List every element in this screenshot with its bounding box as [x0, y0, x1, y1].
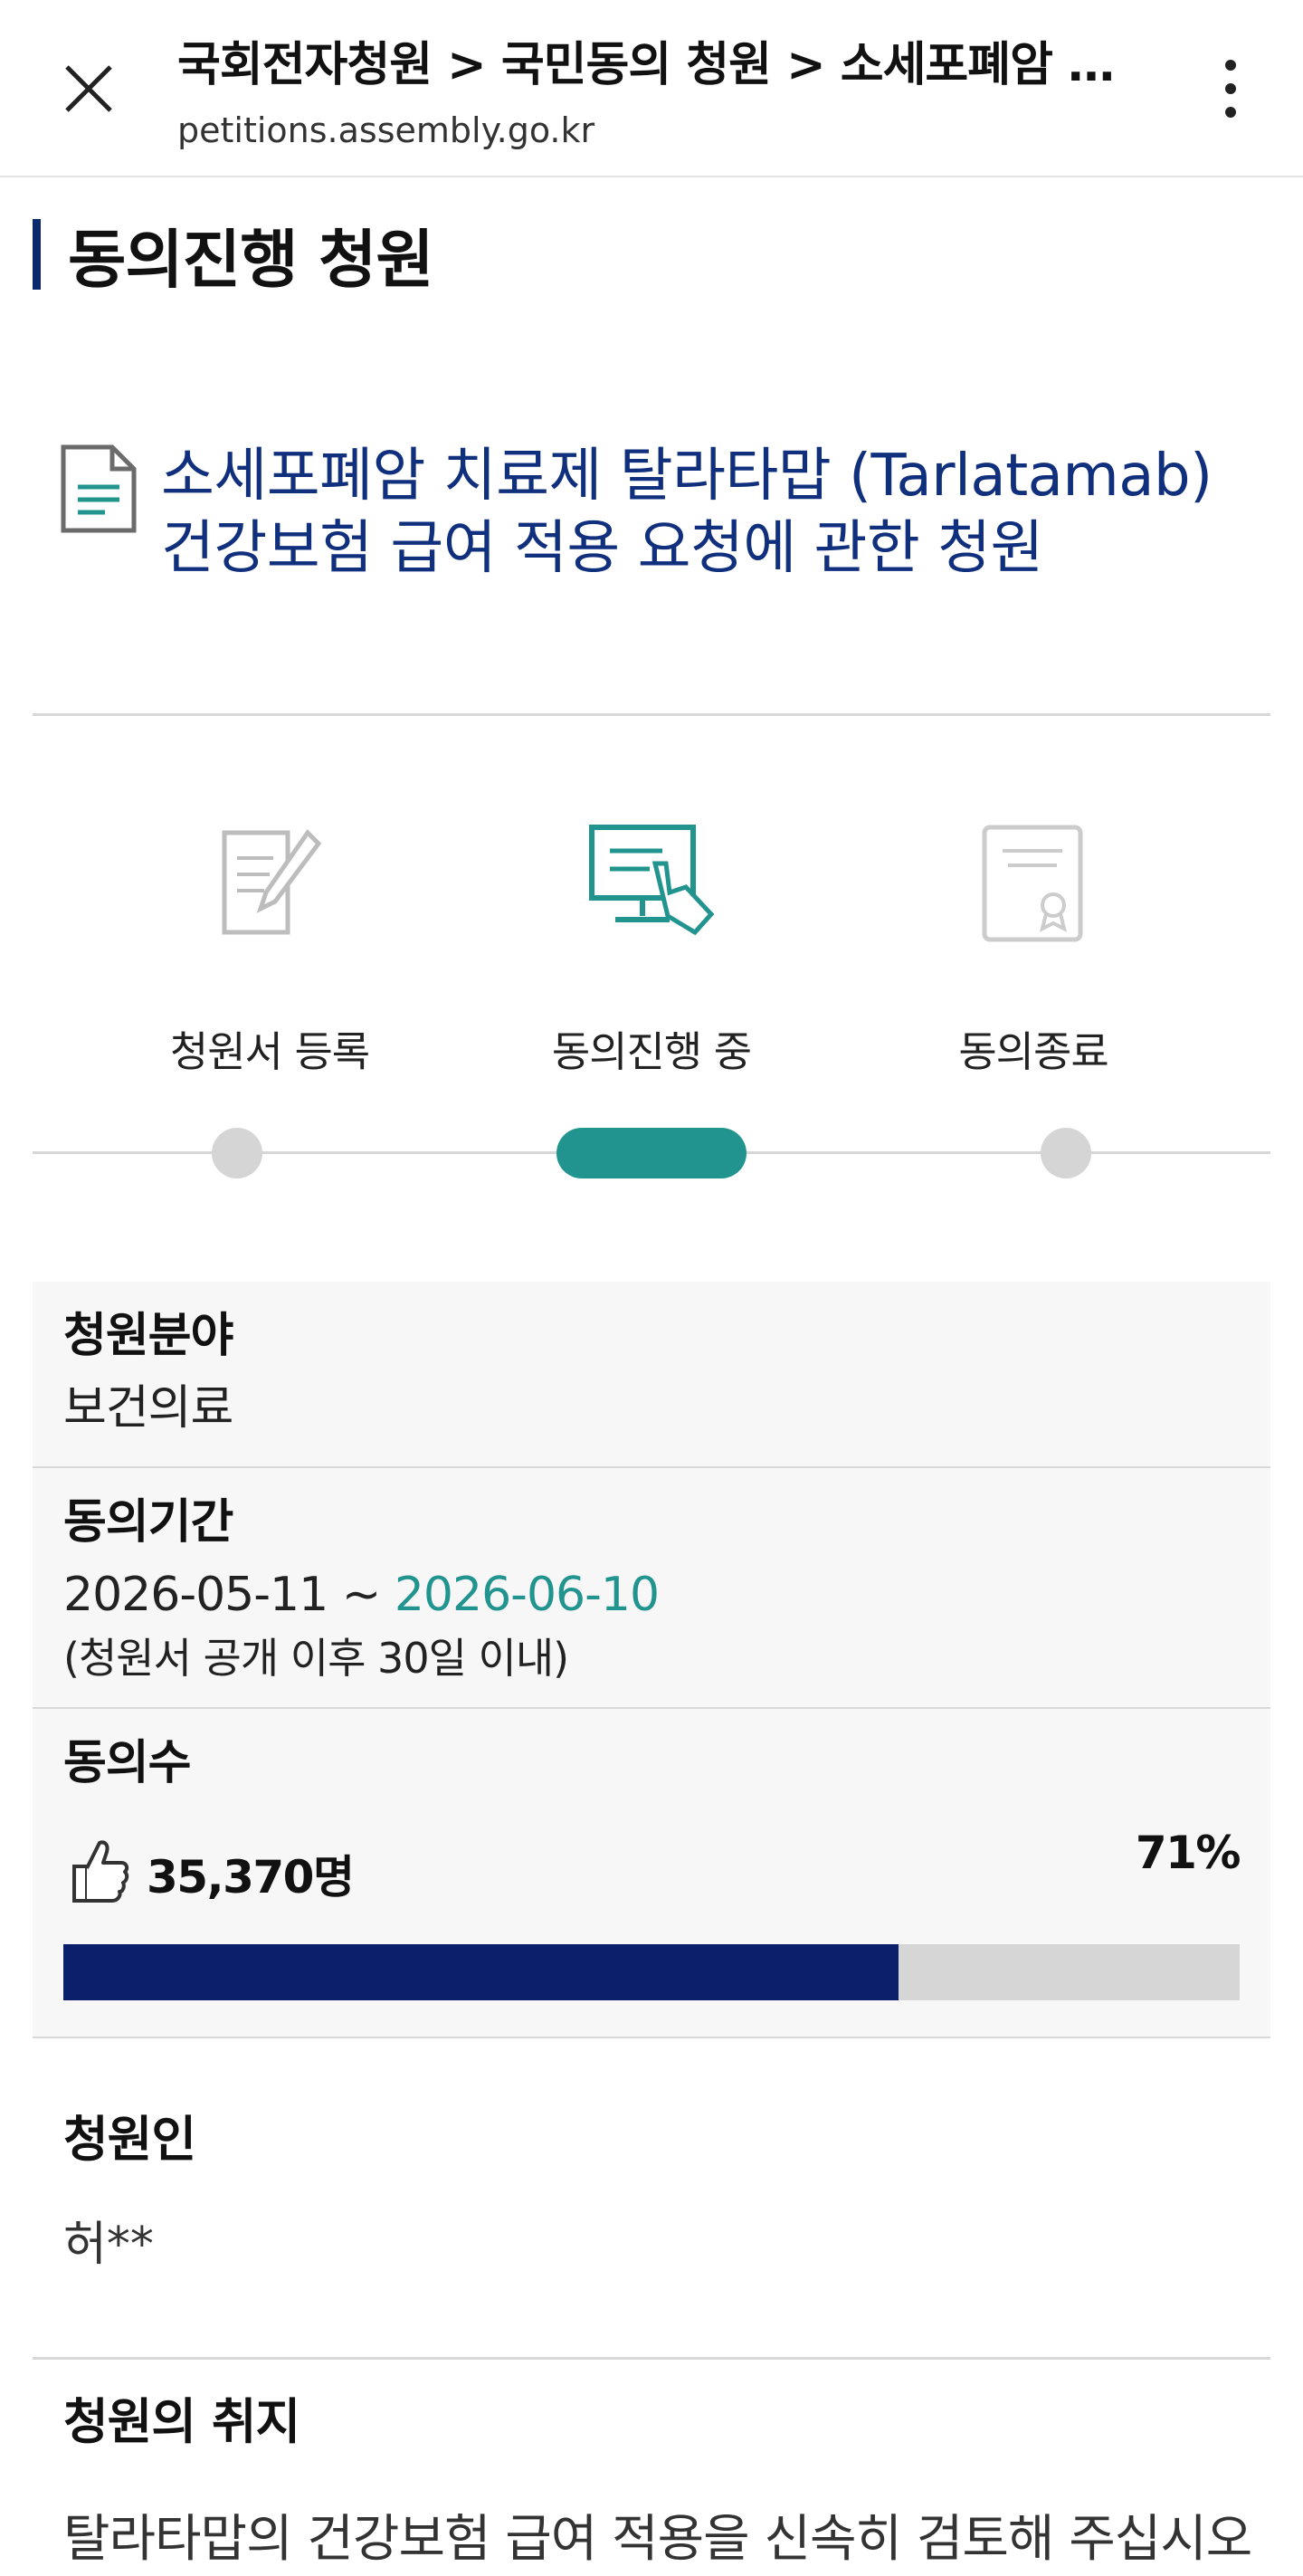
petitioner-label: 청원인 — [63, 2111, 196, 2168]
step-label: 청원서 등록 — [169, 1027, 370, 1076]
thumbs-up-icon — [72, 1840, 129, 1903]
petitioner-value: 허** — [63, 2218, 154, 2272]
info-row-period: 동의기간 2026-05-11 ~ 2026-06-10 (청원서 공개 이후 … — [33, 1468, 1270, 1709]
certificate-icon — [982, 825, 1083, 942]
divider — [33, 713, 1270, 716]
more-vertical-icon — [1225, 60, 1236, 118]
step-pill-active — [556, 1128, 747, 1178]
field-label: 청원분야 — [63, 1309, 233, 1363]
more-options-button[interactable] — [1194, 52, 1267, 125]
step-label: 동의종료 — [958, 1027, 1108, 1076]
purpose-text: 탈라타맙의 건강보험 급여 적용을 신속히 검토해 주십시오 — [63, 2510, 1252, 2569]
step-closed: 동의종료 — [852, 815, 1214, 1079]
browser-top-bar: 국회전자청원 > 국민동의 청원 > 소세포폐암 치료제 탈라타맙 건강보험 급… — [0, 0, 1303, 177]
section-heading: 동의진행 청원 — [33, 215, 434, 297]
purpose-section: 청원의 취지 탈라타맙의 건강보험 급여 적용을 신속히 검토해 주십시오 — [33, 2386, 1270, 2576]
agree-progress-fill — [63, 1944, 899, 2000]
close-icon — [65, 65, 112, 112]
pen-document-icon — [222, 829, 322, 935]
agree-percent: 71% — [1135, 1827, 1241, 1879]
step-registered: 청원서 등록 — [89, 815, 451, 1079]
agree-progress-bar — [63, 1944, 1240, 2000]
agree-label: 동의수 — [63, 1736, 192, 1790]
step-dot-registered — [212, 1128, 262, 1178]
info-row-field: 청원분야 보건의료 — [33, 1282, 1270, 1468]
agree-count: 35,370명 — [147, 1851, 355, 1903]
step-label: 동의진행 중 — [551, 1027, 752, 1076]
browser-url: petitions.assembly.go.kr — [177, 110, 595, 150]
petitioner-section: 청원인 허** — [33, 2104, 1270, 2281]
period-separator: ~ — [328, 1568, 395, 1622]
agree-summary: 35,370명 71% — [63, 1799, 1241, 1926]
close-button[interactable] — [52, 52, 125, 125]
petition-info-box: 청원분야 보건의료 동의기간 2026-05-11 ~ 2026-06-10 (… — [33, 1282, 1270, 2038]
step-active: 동의진행 중 — [471, 815, 832, 1079]
document-icon — [61, 444, 137, 533]
period-label: 동의기간 — [63, 1495, 233, 1550]
field-value: 보건의료 — [63, 1381, 233, 1436]
period-value: 2026-05-11 ~ 2026-06-10 — [63, 1559, 1240, 1631]
period-start: 2026-05-11 — [63, 1568, 328, 1622]
period-end: 2026-06-10 — [394, 1568, 660, 1622]
purpose-label: 청원의 취지 — [63, 2393, 300, 2450]
divider — [33, 2357, 1270, 2360]
section-accent-bar — [33, 219, 41, 290]
step-dot-closed — [1041, 1128, 1091, 1178]
info-row-agree: 동의수 35,370명 71% — [33, 1709, 1270, 2037]
petition-title: 소세포폐암 치료제 탈라타맙 (Tarlatamab) 건강보험 급여 적용 요… — [161, 443, 1213, 582]
browser-page-title: 국회전자청원 > 국민동의 청원 > 소세포폐암 치료제 탈라타맙 건강보험 급… — [177, 38, 1155, 92]
petition-title-row: 소세포폐암 치료제 탈라타맙 (Tarlatamab) 건강보험 급여 적용 요… — [60, 440, 1254, 585]
period-note: (청원서 공개 이후 30일 이내) — [63, 1634, 569, 1683]
section-heading-text: 동의진행 청원 — [68, 222, 434, 297]
progress-steps: 청원서 등록 동의진행 중 동의종료 — [33, 815, 1270, 1195]
monitor-click-icon — [589, 825, 715, 936]
